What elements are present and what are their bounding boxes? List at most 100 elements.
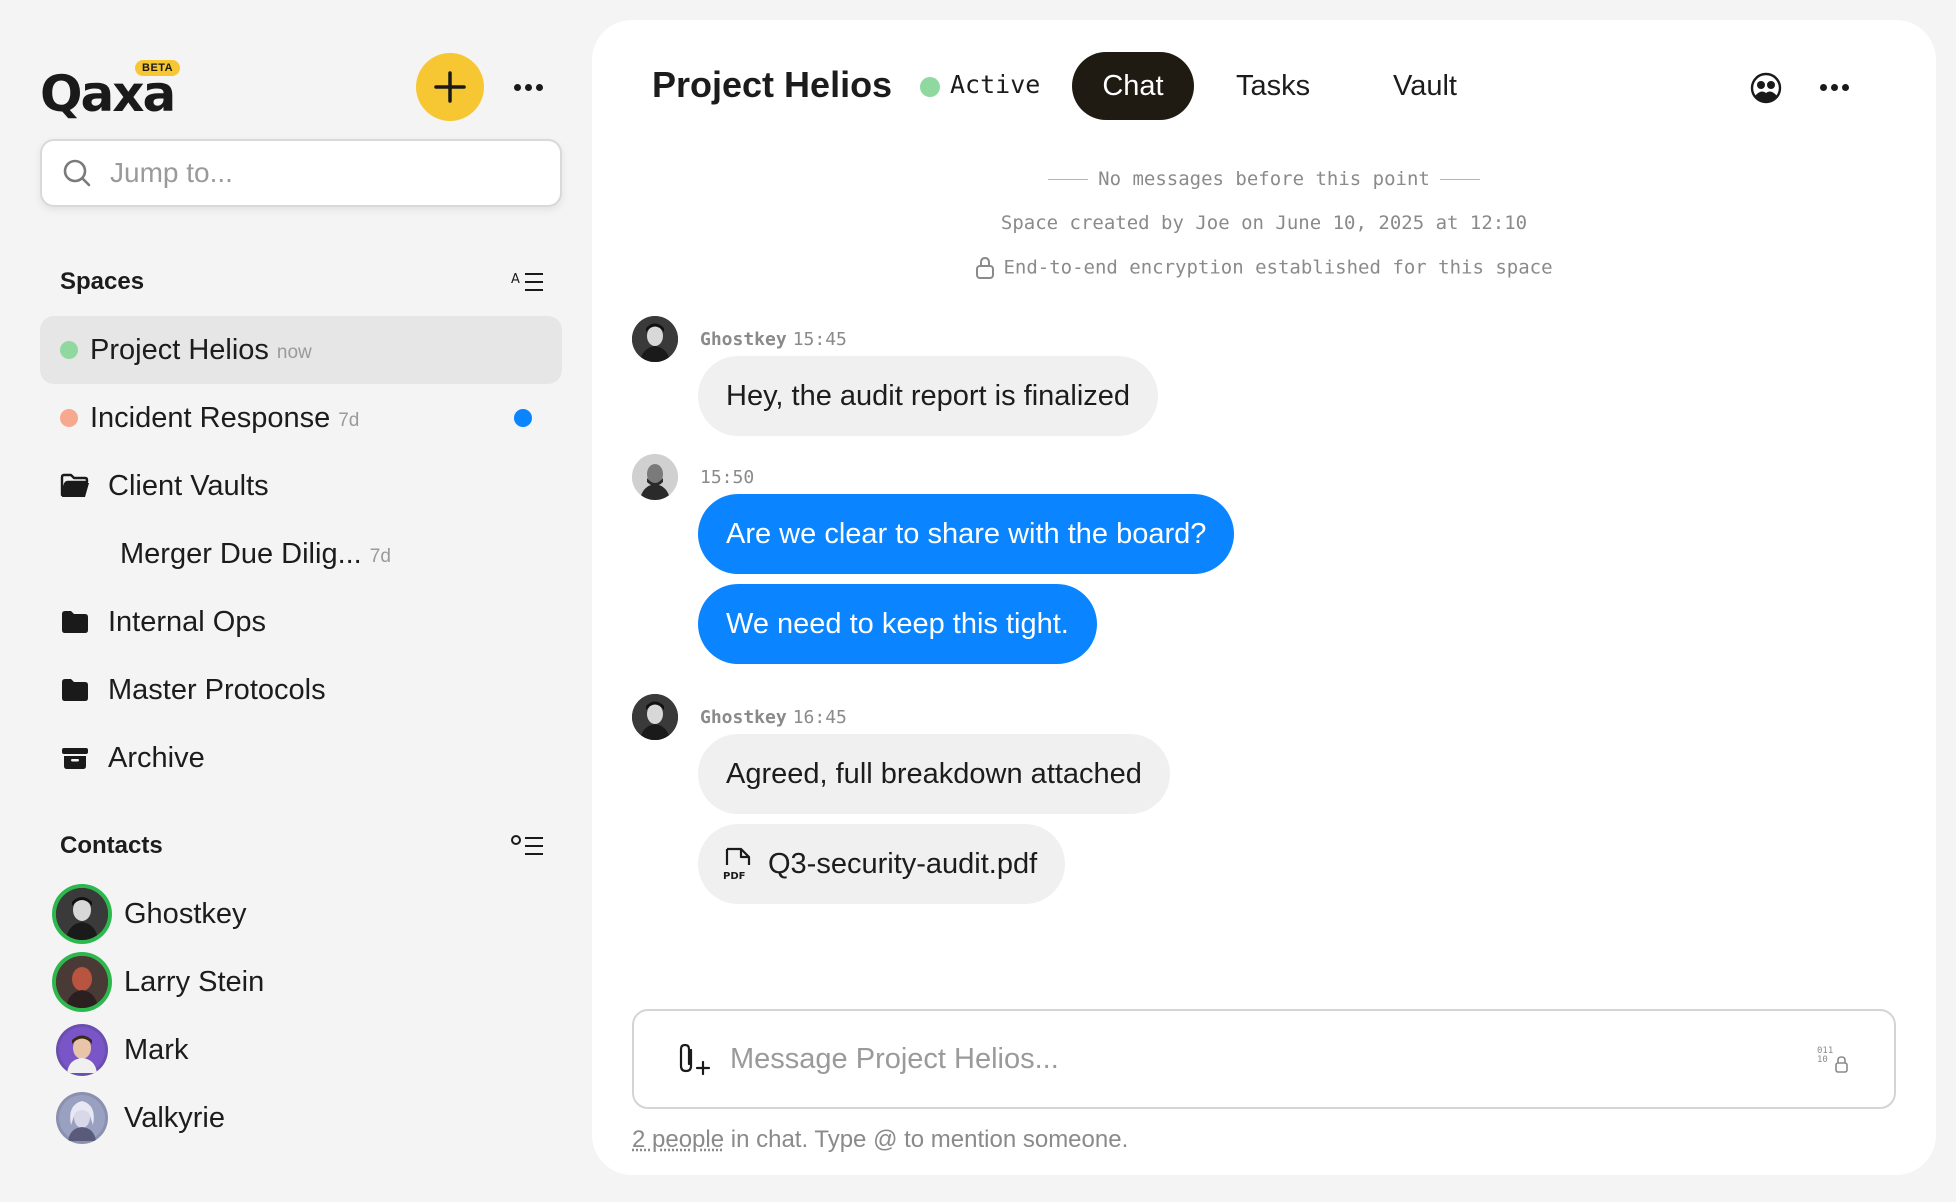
- search-icon: [60, 156, 94, 190]
- message-meta: 15:50: [700, 467, 754, 488]
- lock-icon: [976, 256, 995, 279]
- space-label: Merger Due Dilig...: [120, 537, 362, 570]
- members-button[interactable]: [1746, 70, 1786, 106]
- folder-open-icon: [60, 473, 90, 499]
- search-box[interactable]: [40, 139, 562, 207]
- avatar: [56, 1024, 108, 1076]
- archive-icon: [60, 745, 90, 771]
- history-start-notice: No messages before this point: [592, 168, 1936, 190]
- space-time: 7d: [369, 546, 391, 567]
- contact-larry-stein[interactable]: Larry Stein: [40, 948, 562, 1016]
- history-start-text: No messages before this point: [1098, 168, 1430, 190]
- message-author: Ghostkey: [700, 707, 787, 728]
- tab-vault[interactable]: Vault: [1364, 52, 1486, 120]
- message-avatar[interactable]: [632, 454, 678, 500]
- message-meta: Ghostkey 16:45: [700, 707, 847, 728]
- tab-tasks[interactable]: Tasks: [1212, 52, 1334, 120]
- svg-text:A: A: [511, 272, 520, 287]
- folder-icon: [60, 677, 90, 703]
- message-avatar[interactable]: [632, 694, 678, 740]
- contact-valkyrie[interactable]: Valkyrie: [40, 1084, 562, 1152]
- sidebar: Qaxa BETA Spaces A Project Hel: [0, 0, 590, 1202]
- space-label: Project Helios: [90, 333, 269, 366]
- composer-hint: 2 people in chat. Type @ to mention some…: [632, 1126, 1128, 1154]
- status-dot: [920, 77, 940, 97]
- message-bubble-outgoing: We need to keep this tight.: [698, 584, 1097, 664]
- avatar: [56, 888, 108, 940]
- message-time: 15:45: [792, 329, 847, 350]
- more-dot: [513, 83, 521, 91]
- app-logo: Qaxa: [40, 65, 176, 123]
- avatar: [56, 1092, 108, 1144]
- message-avatar[interactable]: [632, 316, 678, 362]
- folder-icon: [60, 609, 90, 635]
- message-input[interactable]: [730, 1042, 1780, 1076]
- contact-mark[interactable]: Mark: [40, 1016, 562, 1084]
- list-status-icon: [511, 835, 543, 855]
- more-dot: [1819, 83, 1827, 91]
- filter-contacts-button[interactable]: [508, 828, 548, 864]
- space-time: 7d: [338, 410, 360, 431]
- encryption-text: End-to-end encryption established for th…: [1003, 256, 1553, 279]
- sort-alpha-icon: A: [511, 272, 543, 291]
- people-icon: [1750, 72, 1782, 104]
- sidebar-more-button[interactable]: [508, 72, 548, 102]
- contact-name: Larry Stein: [124, 965, 265, 998]
- space-status-dot: [60, 341, 78, 359]
- spaces-title: Spaces: [60, 268, 145, 295]
- contact-name: Valkyrie: [124, 1101, 225, 1134]
- plus-icon: [434, 71, 466, 103]
- folder-label: Internal Ops: [108, 605, 266, 638]
- sidebar-item-incident-response[interactable]: Incident Response 7d: [40, 384, 562, 452]
- more-dot: [1830, 83, 1838, 91]
- space-created-notice: Space created by Joe on June 10, 2025 at…: [1000, 212, 1528, 234]
- chat-more-button[interactable]: [1814, 72, 1854, 102]
- encryption-notice: End-to-end encryption established for th…: [592, 256, 1936, 280]
- new-space-button[interactable]: [416, 53, 484, 121]
- attach-file-icon[interactable]: [678, 1041, 712, 1077]
- space-time: now: [276, 342, 312, 363]
- contact-name: Ghostkey: [124, 897, 247, 930]
- file-attachment[interactable]: PDF Q3-security-audit.pdf: [698, 824, 1066, 904]
- beta-badge: BETA: [135, 60, 181, 76]
- sidebar-item-project-helios[interactable]: Project Helios now: [40, 316, 562, 384]
- svg-text:10: 10: [1817, 1055, 1828, 1065]
- sidebar-item-merger-due-diligence[interactable]: Merger Due Dilig... 7d: [40, 520, 562, 588]
- chat-panel: Project Helios Active Chat Tasks Vault N…: [592, 20, 1936, 1175]
- encrypted-binary-lock-icon[interactable]: 011 10: [1816, 1042, 1850, 1076]
- contact-ghostkey[interactable]: Ghostkey: [40, 880, 562, 948]
- sidebar-item-internal-ops[interactable]: Internal Ops: [40, 588, 562, 656]
- message-bubble-outgoing: Are we clear to share with the board?: [698, 494, 1235, 574]
- unread-indicator: [514, 409, 532, 427]
- more-dot: [535, 83, 543, 91]
- message-time: 15:50: [700, 467, 755, 488]
- folder-label: Master Protocols: [108, 673, 326, 706]
- space-label: Incident Response: [90, 401, 331, 434]
- message-meta: Ghostkey 15:45: [700, 329, 847, 350]
- tab-chat[interactable]: Chat: [1072, 52, 1194, 120]
- message-author: Ghostkey: [700, 329, 787, 350]
- folder-label: Client Vaults: [108, 469, 269, 502]
- svg-text:PDF: PDF: [723, 871, 745, 881]
- search-input[interactable]: [110, 157, 530, 189]
- status-badge: Active: [950, 70, 1041, 99]
- avatar: [56, 956, 108, 1008]
- message-bubble-incoming: Agreed, full breakdown attached: [698, 734, 1170, 814]
- message-bubble-incoming: Hey, the audit report is finalized: [698, 356, 1159, 436]
- sidebar-item-master-protocols[interactable]: Master Protocols: [40, 656, 562, 724]
- space-status-dot: [60, 409, 78, 427]
- sort-spaces-button[interactable]: A: [508, 264, 548, 300]
- folder-label: Archive: [108, 741, 205, 774]
- message-time: 16:45: [792, 707, 847, 728]
- people-in-chat-link[interactable]: 2 people: [632, 1126, 724, 1153]
- pdf-file-icon: PDF: [723, 847, 751, 881]
- sidebar-item-archive[interactable]: Archive: [40, 724, 562, 792]
- more-dot: [1841, 83, 1849, 91]
- attachment-filename: Q3-security-audit.pdf: [768, 847, 1038, 880]
- sidebar-item-client-vaults[interactable]: Client Vaults: [40, 452, 562, 520]
- contact-name: Mark: [124, 1033, 189, 1066]
- contacts-title: Contacts: [60, 832, 163, 859]
- page-title: Project Helios: [652, 64, 893, 105]
- message-composer[interactable]: 011 10: [632, 1009, 1896, 1109]
- composer-hint-text: in chat. Type @ to mention someone.: [724, 1126, 1129, 1153]
